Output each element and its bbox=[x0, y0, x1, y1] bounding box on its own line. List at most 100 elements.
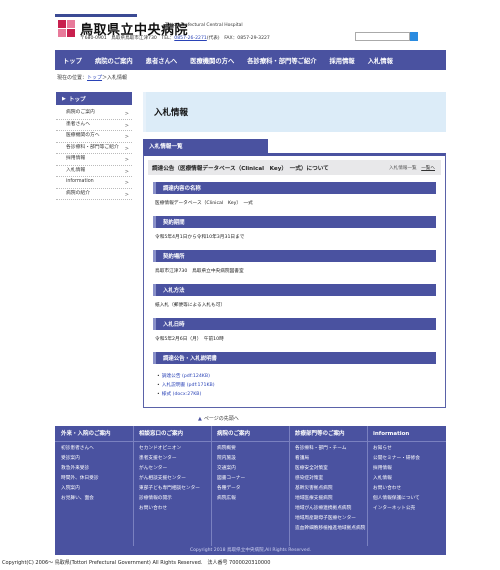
section-title-bid-datetime: 入札日時 bbox=[153, 318, 436, 330]
nav-bidding[interactable]: 入札情報 bbox=[368, 56, 393, 65]
hospital-logo-icon[interactable] bbox=[58, 20, 76, 38]
footer-column-head: 診療部門等のご案内 bbox=[295, 431, 345, 437]
doc-link-notice[interactable]: 調達公告 (pdf:124KB) bbox=[162, 374, 210, 379]
nav-recruitment[interactable]: 採用情報 bbox=[330, 56, 355, 65]
footer-link[interactable]: お問い合わせ bbox=[139, 504, 200, 514]
footer-link[interactable]: 病院概要 bbox=[217, 444, 250, 454]
footer-link[interactable]: 基幹災害拠点病院 bbox=[295, 484, 365, 494]
nav-medical-institutions[interactable]: 医療機関の方へ bbox=[190, 56, 234, 65]
footer-link[interactable]: 東部子ども専門相談センター bbox=[139, 484, 200, 494]
chevron-right-icon: > bbox=[124, 168, 129, 175]
footer-link[interactable]: 個人情報保護について bbox=[373, 494, 420, 504]
footer-column-divider bbox=[367, 426, 368, 546]
tel-link[interactable]: 0857-26-2271 bbox=[174, 36, 207, 41]
sidebar-item-hospital-intro[interactable]: 病院の紹介 > bbox=[56, 189, 132, 200]
sidebar-head-label: トップ bbox=[68, 96, 86, 103]
sidebar-item-label: information bbox=[66, 179, 94, 184]
footer-link[interactable]: がんセンター bbox=[139, 464, 200, 474]
chevron-right-icon: > bbox=[124, 145, 129, 152]
nav-top[interactable]: トップ bbox=[63, 56, 82, 65]
footer-link[interactable]: 採用情報 bbox=[373, 464, 420, 474]
address-text: 〒680-0901 鳥取県鳥取市江津730 TEL： bbox=[80, 36, 175, 41]
page-title-box: 入札情報 bbox=[143, 92, 446, 132]
footer-link[interactable]: 公開セミナー・研修会 bbox=[373, 454, 420, 464]
sidebar-head-top[interactable]: ▶ トップ bbox=[56, 92, 132, 105]
back-to-top-link[interactable]: ▲ ページの先頭へ bbox=[198, 415, 239, 422]
footer-link[interactable]: 交通案内 bbox=[217, 464, 250, 474]
footer-link[interactable]: お問い合わせ bbox=[373, 484, 420, 494]
footer-column-divider bbox=[289, 426, 290, 546]
footer-link[interactable]: 図書コーナー bbox=[217, 474, 250, 484]
list-item: • 入札説明書 (pdf:171KB) bbox=[157, 381, 215, 390]
footer-link[interactable]: 地域医療支援病院 bbox=[295, 494, 365, 504]
breadcrumb-prefix: 現在の位置： bbox=[57, 75, 88, 81]
doc-link-explanation[interactable]: 入札説明書 (pdf:171KB) bbox=[162, 383, 215, 388]
footer-column-outpatient: 外来・入院のご案内 初診患者さんへ 受診案内 救急外来受診 時間外、休日受診 入… bbox=[61, 428, 111, 504]
sidebar-item-label: 病院のご案内 bbox=[66, 110, 95, 115]
document-list: • 調達公告 (pdf:124KB) • 入札説明書 (pdf:171KB) • 様式… bbox=[157, 372, 215, 399]
sidebar-item-bidding[interactable]: 入札情報 > bbox=[56, 166, 132, 177]
footer-link[interactable]: 病院広報 bbox=[217, 494, 250, 504]
sidebar-item-label: 各診療科・部門等ご紹介 bbox=[66, 144, 119, 150]
footer-link[interactable]: 患者支援センター bbox=[139, 454, 200, 464]
sidebar-item-label: 医療機関の方へ bbox=[66, 133, 100, 138]
back-to-top-label: ページの先頭へ bbox=[203, 416, 239, 422]
nav-hospital-info[interactable]: 病院のご案内 bbox=[95, 56, 133, 65]
list-item: • 調達公告 (pdf:124KB) bbox=[157, 372, 215, 381]
contact-address: 〒680-0901 鳥取県鳥取市江津730 TEL：0857-26-2271(代… bbox=[80, 35, 270, 41]
footer-link[interactable]: 地域がん診療連携拠点病院 bbox=[295, 504, 365, 514]
search-input[interactable] bbox=[355, 32, 410, 41]
chevron-right-icon: > bbox=[124, 134, 129, 140]
footer-link[interactable]: 看護局 bbox=[295, 454, 365, 464]
search-button[interactable] bbox=[410, 32, 418, 41]
footer-link[interactable]: 感染症対策室 bbox=[295, 474, 365, 484]
sidebar-item-departments[interactable]: 各診療科・部門等ご紹介 > bbox=[56, 143, 132, 154]
footer-link[interactable]: 診療情報の開示 bbox=[139, 494, 200, 504]
notice-panel: 調達公告（医療情報データベース（Clinical Key） 一式）について 入札… bbox=[143, 153, 446, 408]
footer-link[interactable]: インターネット公売 bbox=[373, 504, 420, 514]
footer-link[interactable]: 時間外、休日受診 bbox=[61, 474, 111, 484]
back-to-list-link[interactable]: 入札情報一覧 一覧へ bbox=[389, 165, 435, 171]
footer-link[interactable]: お知らせ bbox=[373, 444, 420, 454]
list-item: • 様式 (docx:27KB) bbox=[157, 390, 215, 399]
sidebar-item-patients[interactable]: 患者さんへ > bbox=[56, 120, 132, 131]
chevron-right-icon: > bbox=[124, 191, 129, 198]
footer-link[interactable]: 医療安全対策室 bbox=[295, 464, 365, 474]
breadcrumb-top-link[interactable]: トップ bbox=[87, 75, 102, 81]
section-text-bid-method: 紙入札（郵便等による入札も可） bbox=[155, 303, 226, 308]
nav-patients[interactable]: 患者さんへ bbox=[146, 56, 177, 65]
footer-link[interactable]: 各診療科・部門・チーム bbox=[295, 444, 365, 454]
footer-link[interactable]: お見舞い、面会 bbox=[61, 494, 111, 504]
sidebar-item-information[interactable]: information > bbox=[56, 177, 132, 189]
sidebar-item-recruitment[interactable]: 採用情報 > bbox=[56, 154, 132, 166]
footer-link[interactable]: 入札情報 bbox=[373, 474, 420, 484]
sidebar-item-label: 患者さんへ bbox=[66, 121, 90, 127]
address-fax: (代表) FAX：0857-29-3227 bbox=[206, 36, 270, 41]
footer-column-hospital: 病院のご案内 病院概要 院内施設 交通案内 図書コーナー 各種データ 病院広報 bbox=[217, 428, 250, 504]
tab-bidding-list: 入札情報一覧 bbox=[143, 139, 268, 153]
footer-link[interactable]: 造血幹細胞移植推進地域拠点病院 bbox=[295, 524, 365, 534]
sidebar-item-medical-institutions[interactable]: 医療機関の方へ > bbox=[56, 131, 132, 143]
footer-link[interactable]: 各種データ bbox=[217, 484, 250, 494]
section-text-procurement-name: 医療情報データベース（Clinical Key） 一式 bbox=[155, 201, 253, 206]
section-title-contract-place: 契約場所 bbox=[153, 250, 436, 262]
footer-link[interactable]: 院内施設 bbox=[217, 454, 250, 464]
section-text-contract-place: 鳥取市江津730 鳥取県立中央病院図書室 bbox=[155, 269, 244, 274]
sidebar-list: 病院のご案内 > 患者さんへ > 医療機関の方へ > 各診療科・部門等ご紹介 > 採用情… bbox=[56, 108, 132, 200]
footer-column-head: information bbox=[373, 431, 410, 437]
footer-link[interactable]: 入院案内 bbox=[61, 484, 111, 494]
footer-link[interactable]: 救急外来受診 bbox=[61, 464, 111, 474]
nav-departments[interactable]: 各診療科・部門等ご紹介 bbox=[247, 56, 316, 65]
footer-link[interactable]: 地域周産期母子医療センター bbox=[295, 514, 365, 524]
page-title: 入札情報 bbox=[154, 108, 189, 118]
footer-link[interactable]: 初診患者さんへ bbox=[61, 444, 111, 454]
chevron-right-icon: > bbox=[124, 111, 129, 117]
footer-link[interactable]: セカンドオピニオン bbox=[139, 444, 200, 454]
sidebar-item-hospital-info[interactable]: 病院のご案内 > bbox=[56, 108, 132, 120]
sidebar-item-label: 採用情報 bbox=[66, 156, 86, 161]
footer-link[interactable]: がん相談支援センター bbox=[139, 474, 200, 484]
footer-column-head: 外来・入院のご案内 bbox=[61, 431, 111, 437]
footer-link[interactable]: 受診案内 bbox=[61, 454, 111, 464]
section-text-contract-period: 令和5年4月1日から令和10年3月31日まで bbox=[155, 235, 245, 240]
doc-link-forms[interactable]: 様式 (docx:27KB) bbox=[162, 392, 202, 397]
